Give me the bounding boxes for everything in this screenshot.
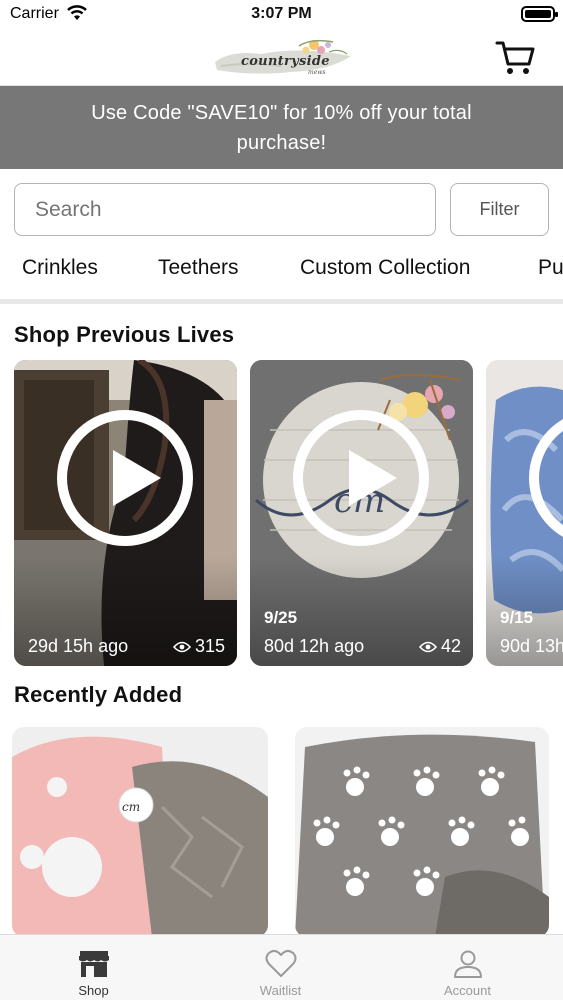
app-header: countryside mews [0,30,563,86]
tab-shop[interactable]: Shop [0,935,187,1000]
clock: 3:07 PM [251,5,312,22]
category-teethers[interactable]: Teethers [158,256,239,280]
eye-icon [172,641,191,652]
logo-text: countryside [241,54,330,69]
tab-bar: Shop Waitlist Account [0,934,563,1000]
heart-icon [265,949,297,977]
tab-label: Waitlist [259,983,302,998]
product-card[interactable] [295,727,549,937]
logo-subtext: mews [308,69,326,76]
views-count: 42 [418,636,461,657]
status-bar: Carrier 3:07 PM [0,0,563,30]
category-scroller[interactable]: Crinkles Teethers Custom Collection Pu [0,246,563,292]
shop-previous-lives-title: Shop Previous Lives [14,322,235,347]
svg-text:cm: cm [122,800,140,814]
cart-icon[interactable] [494,38,536,78]
live-time-ago: 80d 12h ago [264,636,365,656]
section-divider [0,299,563,304]
live-date: 9/25 [264,608,298,627]
live-date: 9/15 [500,608,534,627]
play-icon[interactable] [293,410,429,546]
play-icon[interactable] [57,410,193,546]
battery-icon [521,6,558,22]
filter-button[interactable]: Filter [450,183,549,236]
category-crinkles[interactable]: Crinkles [22,256,98,280]
eye-icon [418,641,437,652]
product-image: cm [12,727,268,937]
views-value: 42 [440,636,461,656]
tab-waitlist[interactable]: Waitlist [187,935,374,1000]
live-card[interactable]: 29d 15h ago 315 [14,360,237,666]
live-time-ago: 90d 13h [500,636,563,656]
live-time-ago: 29d 15h ago [28,636,129,656]
views-value: 315 [194,636,225,656]
brand-logo[interactable]: countryside mews [211,36,356,80]
promo-text: Use Code "SAVE10" for 10% off your total… [91,101,472,154]
tab-label: Account [444,983,491,998]
live-card[interactable]: cm 9/25 80d 12h ago 42 [250,360,473,666]
recently-added-title: Recently Added [14,682,183,707]
category-custom-collection[interactable]: Custom Collection [300,256,470,280]
shop-icon [79,951,109,977]
person-icon [454,950,482,978]
product-card[interactable]: cm [12,727,268,937]
tab-label: Shop [78,983,109,998]
category-partial[interactable]: Pu [538,256,563,280]
search-input[interactable] [14,183,436,236]
product-image [295,727,549,937]
live-card[interactable]: 9/15 90d 13h [486,360,563,666]
promo-banner: Use Code "SAVE10" for 10% off your total… [0,86,563,169]
views-count: 315 [172,636,225,657]
tab-account[interactable]: Account [374,935,561,1000]
